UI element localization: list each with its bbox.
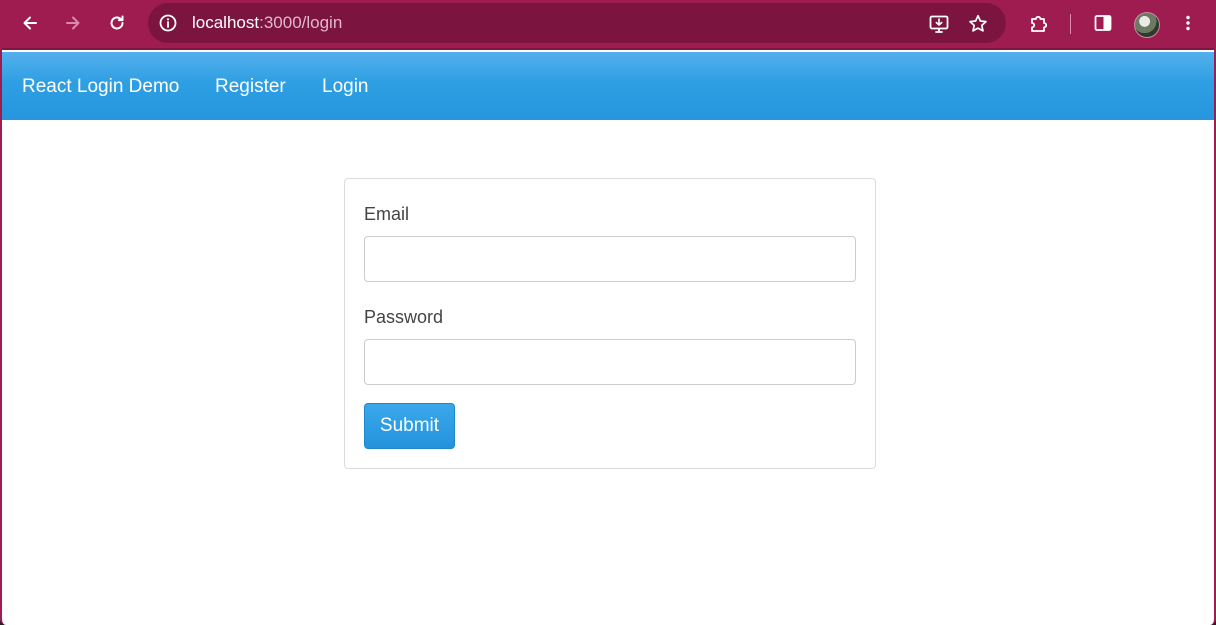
app-navbar: React Login Demo Register Login [2, 52, 1214, 120]
install-app-icon[interactable] [928, 13, 950, 35]
side-panel-icon[interactable] [1089, 9, 1117, 37]
url-host: localhost [192, 13, 260, 32]
kebab-menu-icon[interactable] [1174, 9, 1202, 37]
address-bar[interactable]: localhost:3000/login [148, 3, 1006, 43]
login-form-card: Email Password Submit [344, 178, 876, 469]
url-path: :3000/login [259, 13, 343, 32]
address-url[interactable]: localhost:3000/login [192, 13, 342, 33]
star-icon[interactable] [967, 13, 989, 35]
password-field[interactable] [364, 339, 856, 385]
email-field[interactable] [364, 236, 856, 282]
reload-icon[interactable] [103, 9, 131, 37]
browser-toolbar: localhost:3000/login [2, 0, 1214, 50]
toolbar-separator [1070, 14, 1071, 34]
browser-window: localhost:3000/login React Login Demo Re… [0, 0, 1216, 625]
navbar-brand[interactable]: React Login Demo [22, 76, 179, 98]
email-label: Email [364, 204, 410, 224]
profile-avatar[interactable] [1134, 12, 1160, 38]
nav-link-register[interactable]: Register [215, 76, 286, 98]
forward-arrow-icon[interactable] [59, 9, 87, 37]
submit-button[interactable]: Submit [364, 403, 455, 449]
puzzle-icon[interactable] [1025, 9, 1053, 37]
nav-link-login[interactable]: Login [322, 76, 369, 98]
back-arrow-icon[interactable] [16, 9, 44, 37]
info-icon[interactable] [158, 13, 178, 33]
password-label: Password [364, 307, 444, 327]
